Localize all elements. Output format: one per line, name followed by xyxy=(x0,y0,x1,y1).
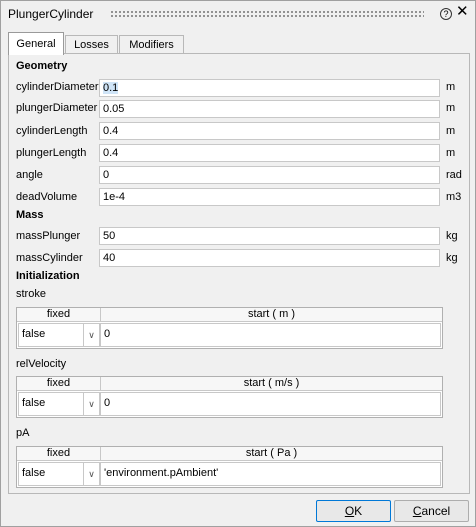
plunger-length-field[interactable]: 0.4 xyxy=(99,144,440,162)
cylinder-length-field[interactable]: 0.4 xyxy=(99,122,440,140)
chevron-down-icon[interactable]: ∨ xyxy=(83,393,99,415)
tab-losses[interactable]: Losses xyxy=(65,35,118,54)
start-field[interactable]: 0 xyxy=(100,392,441,416)
column-header-fixed: fixed xyxy=(17,447,101,460)
mass-cylinder-field[interactable]: 40 xyxy=(99,249,440,267)
tab-general[interactable]: General xyxy=(8,32,64,55)
grid-header: fixed start ( Pa ) xyxy=(17,447,442,461)
cancel-button[interactable]: Cancel xyxy=(394,500,469,522)
start-value: 'environment.pAmbient' xyxy=(104,467,219,479)
param-label: plungerDiameter xyxy=(16,102,98,114)
stroke-init-grid: fixed start ( m ) false ∨ 0 xyxy=(16,307,443,349)
section-geometry: Geometry xyxy=(16,60,68,72)
start-value: 0 xyxy=(104,328,111,340)
help-icon[interactable]: ? xyxy=(440,8,452,20)
angle-field[interactable]: 0 xyxy=(99,166,440,184)
plunger-diameter-field[interactable]: 0.05 xyxy=(99,100,440,118)
start-field[interactable]: 0 xyxy=(100,323,441,347)
column-header-fixed: fixed xyxy=(17,377,101,390)
fixed-value: false xyxy=(22,467,46,479)
fixed-value: false xyxy=(22,328,46,340)
param-label: cylinderDiameter xyxy=(16,81,99,93)
unit-label: kg xyxy=(446,252,458,264)
fixed-value: false xyxy=(22,397,46,409)
param-label: cylinderLength xyxy=(16,125,88,137)
column-header-fixed: fixed xyxy=(17,308,101,321)
unit-label: m xyxy=(446,147,456,159)
unit-label: m xyxy=(446,125,456,137)
param-label: angle xyxy=(16,169,43,181)
section-mass: Mass xyxy=(16,209,44,221)
cylinder-diameter-field[interactable]: 0.1 xyxy=(99,79,440,97)
column-header-start: start ( m/s ) xyxy=(243,377,300,389)
section-initialization: Initialization xyxy=(16,270,80,282)
window-title: PlungerCylinder xyxy=(8,7,94,21)
unit-label: m3 xyxy=(446,191,462,203)
param-label: plungerLength xyxy=(16,147,87,159)
chevron-down-icon[interactable]: ∨ xyxy=(83,463,99,485)
column-header-start: start ( Pa ) xyxy=(245,447,298,459)
param-label: deadVolume xyxy=(16,191,78,203)
unit-label: kg xyxy=(446,230,458,242)
unit-label: m xyxy=(446,81,456,93)
chevron-down-icon[interactable]: ∨ xyxy=(83,324,99,346)
title-bar[interactable]: PlungerCylinder ? ✕ xyxy=(1,1,475,27)
grid-header: fixed start ( m/s ) xyxy=(17,377,442,391)
tab-modifiers[interactable]: Modifiers xyxy=(119,35,184,54)
unit-label: m xyxy=(446,102,456,114)
var-label-pa: pA xyxy=(16,427,30,439)
var-label-relvelocity: relVelocity xyxy=(16,358,67,370)
param-label: massPlunger xyxy=(16,230,81,242)
fixed-dropdown[interactable]: false ∨ xyxy=(18,462,100,486)
ok-button[interactable]: OK xyxy=(316,500,391,522)
pa-init-grid: fixed start ( Pa ) false ∨ 'environment.… xyxy=(16,446,443,488)
dialog-window: PlungerCylinder ? ✕ General Losses Modif… xyxy=(0,0,476,527)
fixed-dropdown[interactable]: false ∨ xyxy=(18,323,100,347)
fixed-dropdown[interactable]: false ∨ xyxy=(18,392,100,416)
var-label-stroke: stroke xyxy=(16,288,46,300)
drag-grip-icon[interactable] xyxy=(110,10,424,18)
start-field[interactable]: 'environment.pAmbient' xyxy=(100,462,441,486)
unit-label: rad xyxy=(446,169,462,181)
column-header-start: start ( m ) xyxy=(247,308,296,320)
relvelocity-init-grid: fixed start ( m/s ) false ∨ 0 xyxy=(16,376,443,418)
param-label: massCylinder xyxy=(16,252,83,264)
grid-header: fixed start ( m ) xyxy=(17,308,442,322)
start-value: 0 xyxy=(104,397,111,409)
mass-plunger-field[interactable]: 50 xyxy=(99,227,440,245)
dead-volume-field[interactable]: 1e-4 xyxy=(99,188,440,206)
close-icon[interactable]: ✕ xyxy=(456,4,469,20)
